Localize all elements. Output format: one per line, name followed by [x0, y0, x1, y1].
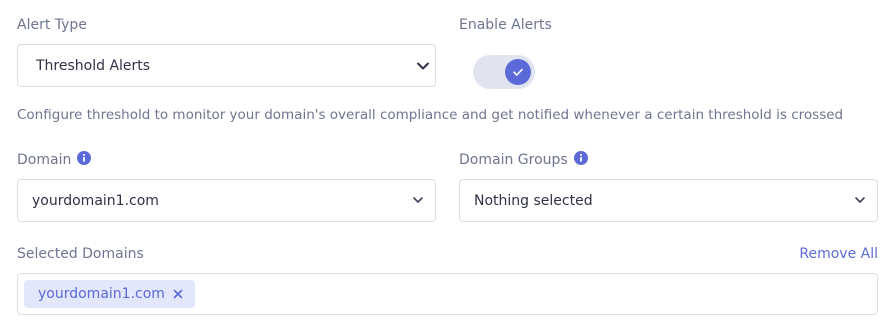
domain-select[interactable]: yourdomain1.com — [17, 179, 436, 222]
chevron-down-icon — [855, 197, 865, 203]
description-text: Configure threshold to monitor your doma… — [17, 107, 844, 123]
domain-chip-label: yourdomain1.com — [38, 286, 165, 302]
chevron-down-icon — [413, 197, 423, 203]
domain-chip: yourdomain1.com — [24, 280, 195, 308]
toggle-knob — [505, 59, 531, 85]
remove-all-link[interactable]: Remove All — [799, 246, 878, 262]
domain-groups-label: Domain Groups — [459, 151, 588, 168]
alert-type-label: Alert Type — [17, 17, 87, 33]
domain-label-text: Domain — [17, 152, 72, 168]
info-icon[interactable] — [77, 151, 92, 165]
enable-alerts-label: Enable Alerts — [459, 17, 552, 33]
domain-value: yourdomain1.com — [32, 192, 159, 209]
info-icon[interactable] — [573, 151, 588, 165]
close-icon[interactable] — [173, 289, 183, 299]
selected-domains-label: Selected Domains — [17, 246, 144, 262]
alert-type-select[interactable]: Threshold Alerts — [17, 44, 436, 87]
domain-groups-select[interactable]: Nothing selected — [459, 179, 878, 222]
domain-label: Domain — [17, 151, 92, 168]
domain-groups-label-text: Domain Groups — [459, 152, 568, 168]
selected-domains-box[interactable]: yourdomain1.com — [17, 273, 878, 315]
check-icon — [513, 68, 523, 76]
alert-type-value: Threshold Alerts — [36, 57, 151, 74]
enable-alerts-toggle[interactable] — [473, 55, 535, 89]
domain-groups-value: Nothing selected — [474, 192, 593, 209]
chevron-down-icon — [417, 62, 429, 70]
